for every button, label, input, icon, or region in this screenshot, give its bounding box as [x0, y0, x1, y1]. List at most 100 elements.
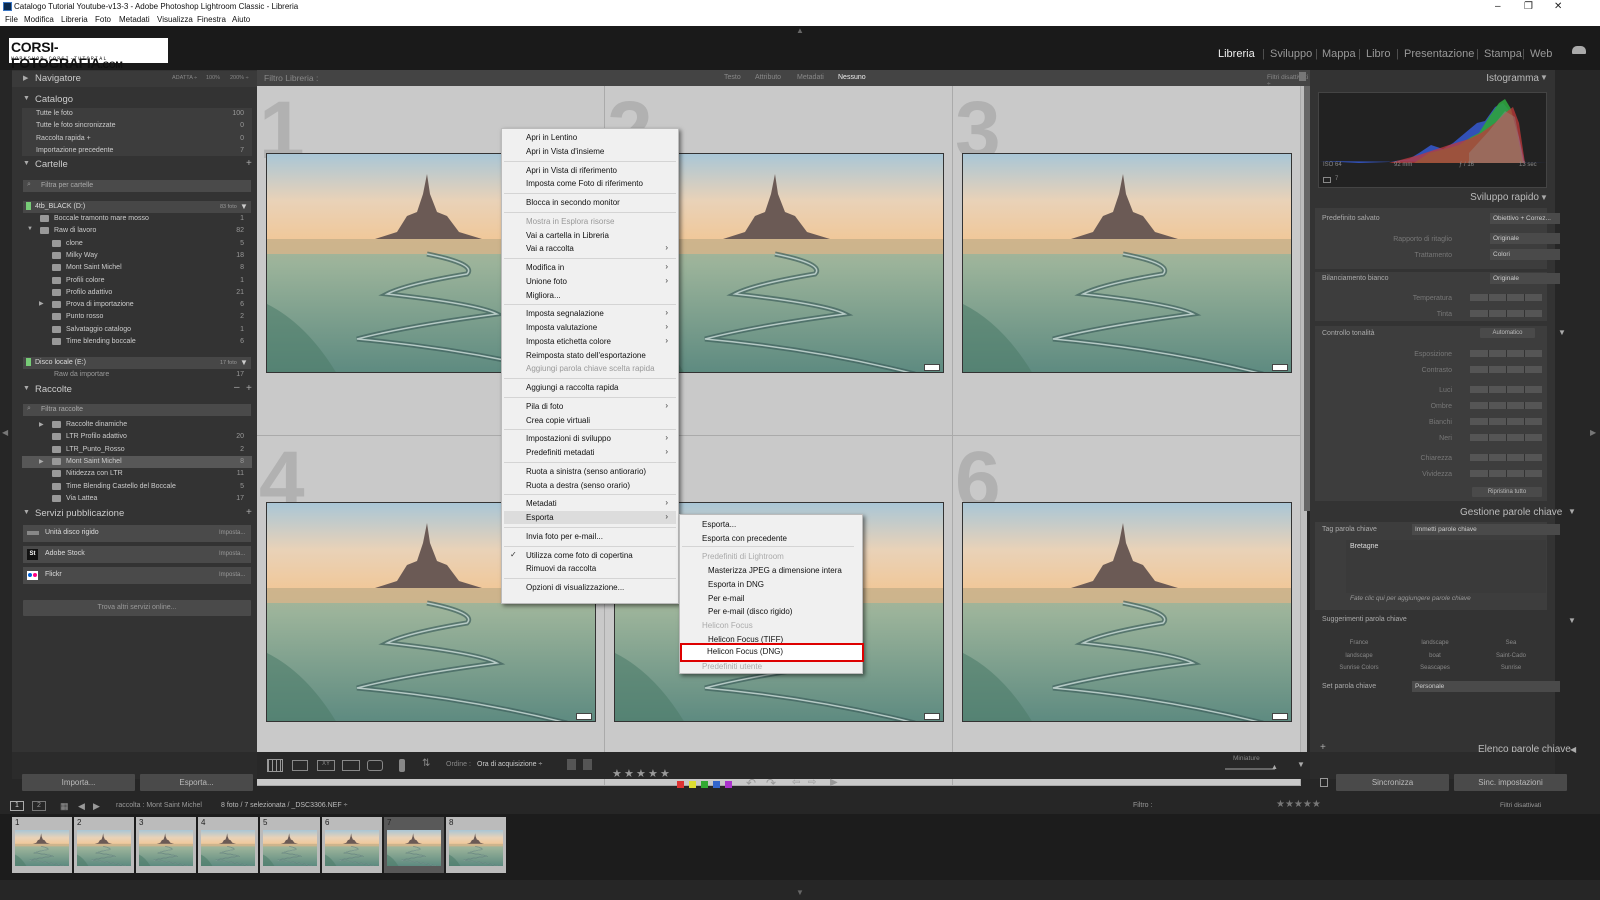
folder-filter-field[interactable]: ⌕ Filtra per cartelle: [23, 180, 251, 192]
menu-finestra[interactable]: Finestra: [197, 15, 226, 24]
menu-item-blocca-in-secondo-monitor[interactable]: Blocca in secondo monitor: [504, 196, 676, 209]
reset-all-button[interactable]: Ripristina tutto: [1472, 487, 1542, 497]
keyword-suggestion[interactable]: Seascapes: [1398, 665, 1472, 671]
sync-toggle-icon[interactable]: [1320, 778, 1328, 787]
maximize-icon[interactable]: ❐: [1524, 1, 1533, 12]
histogram[interactable]: ISO 64 92 mm ƒ / 16 13 sec 7: [1318, 92, 1548, 188]
flag-reject-icon[interactable]: [583, 759, 592, 770]
folder-row[interactable]: Raw di lavoro 82: [22, 225, 252, 237]
menu-libreria[interactable]: Libreria: [61, 15, 88, 24]
submenu-lr-preset[interactable]: Masterizza JPEG a dimensione intera: [682, 564, 860, 577]
filmstrip-thumbnail[interactable]: 6: [322, 817, 382, 873]
folder-row[interactable]: Raw da importare 17: [22, 369, 252, 381]
add-service-icon[interactable]: +: [246, 507, 252, 518]
filmstrip-thumbnail[interactable]: 4: [198, 817, 258, 873]
keyword-suggestion[interactable]: boat: [1398, 653, 1472, 659]
menu-item-pila-di-foto[interactable]: Pila di foto ›: [504, 400, 676, 413]
sync-button[interactable]: Sincronizza: [1336, 774, 1449, 791]
tone-stepper[interactable]: [1470, 434, 1542, 441]
tone-stepper[interactable]: [1470, 454, 1542, 461]
sync-settings-button[interactable]: Sinc. impostazioni: [1454, 774, 1567, 791]
collection-row[interactable]: Nitidezza con LTR 11: [22, 468, 252, 480]
keywording-header[interactable]: Gestione parole chiave: [1460, 507, 1562, 518]
folder-row[interactable]: Salvataggio catalogo 1: [22, 324, 252, 336]
filmstrip-source[interactable]: raccolta : Mont Saint Michel: [116, 802, 202, 809]
tone-stepper[interactable]: [1470, 386, 1542, 393]
filmstrip-count[interactable]: 8 foto / 7 selezionata / _DSC3306.NEF ÷: [221, 802, 347, 809]
keyword-text-area[interactable]: Bretagne Fate clic qui per aggiungere pa…: [1346, 540, 1546, 602]
menu-item-imposta-segnalazione[interactable]: Imposta segnalazione ›: [504, 307, 676, 320]
module-presentazione[interactable]: Presentazione: [1404, 48, 1474, 60]
menu-item-migliora[interactable]: Migliora...: [504, 289, 676, 302]
filmstrip-rating-filter[interactable]: ★★★★★: [1276, 799, 1321, 810]
navigator-header[interactable]: ▶ Navigatore ADATTA ÷ 100% 200% ÷: [12, 71, 257, 87]
menu-item-apri-in-vista-d-insieme[interactable]: Apri in Vista d'insieme: [504, 145, 676, 158]
filmstrip-thumbnail[interactable]: 3: [136, 817, 196, 873]
filmstrip-thumbnail[interactable]: 7: [384, 817, 444, 873]
collection-filter-field[interactable]: ⌕ Filtra raccolte: [23, 404, 251, 416]
close-icon[interactable]: ✕: [1554, 1, 1562, 12]
submenu-lr-preset[interactable]: Per e-mail: [682, 592, 860, 605]
menu-item-utilizza-come-foto-di-copertina[interactable]: Utilizza come foto di copertina ✓: [504, 549, 676, 562]
grid-shortcut-icon[interactable]: ▦: [60, 801, 69, 812]
add-collection-icon[interactable]: +: [246, 383, 252, 394]
keyword-suggestion[interactable]: landscape: [1398, 640, 1472, 646]
saved-preset-dropdown[interactable]: Obiettivo + Correz...: [1490, 213, 1560, 224]
next-photo-icon[interactable]: ⇨: [808, 777, 816, 788]
rating-star-4[interactable]: ★: [648, 767, 658, 780]
keyword-suggestion[interactable]: Sunrise: [1474, 665, 1548, 671]
menu-aiuto[interactable]: Aiuto: [232, 15, 250, 24]
filter-tab-nessuno[interactable]: Nessuno: [838, 74, 866, 81]
folders-header[interactable]: ▼ Cartelle +: [12, 157, 257, 173]
white-balance-dropdown[interactable]: Originale: [1490, 273, 1560, 284]
menu-visualizza[interactable]: Visualizza: [157, 15, 193, 24]
module-libreria[interactable]: Libreria: [1218, 48, 1255, 60]
forward-icon[interactable]: ▶: [93, 801, 100, 812]
submenu-helicon-dng[interactable]: Helicon Focus (DNG): [680, 643, 864, 662]
folder-row[interactable]: Prova di importazione 6: [22, 299, 252, 311]
monitor-1-button[interactable]: 1: [10, 801, 24, 811]
drive-e[interactable]: Disco locale (E:) 17 foto ▼: [23, 357, 251, 369]
grid-cell[interactable]: 6: [953, 435, 1301, 786]
folder-row[interactable]: Profilo adattivo 21: [22, 287, 252, 299]
menu-item-ruota-a-sinistra-senso-antiorario[interactable]: Ruota a sinistra (senso antiorario): [504, 465, 676, 478]
people-view-icon[interactable]: [367, 760, 383, 771]
keyword-suggestion[interactable]: Saint-Cado: [1474, 653, 1548, 659]
quick-develop-header[interactable]: Sviluppo rapido: [1470, 192, 1539, 203]
sort-order-dropdown[interactable]: Ora di acquisizione ÷: [477, 761, 542, 768]
expand-icon[interactable]: ▼: [27, 226, 33, 232]
collection-row[interactable]: Mont Saint Michel 8: [22, 455, 252, 468]
module-libro[interactable]: Libro: [1366, 48, 1390, 60]
collection-row[interactable]: Time Blending Castello del Boccale 5: [22, 481, 252, 493]
publish-services-header[interactable]: ▼ Servizi pubblicazione +: [12, 506, 257, 522]
slideshow-play-icon[interactable]: ▶: [830, 777, 838, 788]
tone-stepper[interactable]: [1470, 402, 1542, 409]
catalog-item[interactable]: Raccolta rapida +0: [22, 133, 252, 145]
rating-star-2[interactable]: ★: [624, 767, 634, 780]
folder-row[interactable]: clone 5: [22, 238, 252, 250]
expand-icon[interactable]: ▶: [39, 421, 44, 428]
submenu-esporta[interactable]: Esporta...: [682, 518, 860, 531]
back-icon[interactable]: ◀: [78, 801, 85, 812]
filmstrip-thumbnail[interactable]: 5: [260, 817, 320, 873]
right-panel-toggle-icon[interactable]: ▶: [1590, 428, 1596, 437]
expand-icon[interactable]: ▶: [39, 458, 44, 465]
menu-item-reimposta-stato-dell-esportazione[interactable]: Reimposta stato dell'esportazione: [504, 349, 676, 362]
module-stampa[interactable]: Stampa: [1484, 48, 1522, 60]
spray-can-icon[interactable]: [399, 759, 405, 772]
menu-item-imposta-valutazione[interactable]: Imposta valutazione ›: [504, 321, 676, 334]
publish-flickr[interactable]: Flickr Imposta...: [23, 567, 251, 584]
auto-tone-button[interactable]: Automatico: [1480, 328, 1535, 338]
tint-stepper[interactable]: [1470, 310, 1542, 317]
menu-item-opzioni-di-visualizzazione[interactable]: Opzioni di visualizzazione...: [504, 581, 676, 594]
filmstrip-thumbnail[interactable]: 8: [446, 817, 506, 873]
menu-item-crea-copie-virtuali[interactable]: Crea copie virtuali: [504, 414, 676, 427]
histogram-header[interactable]: Istogramma: [1486, 73, 1539, 84]
collapse-top-icon[interactable]: ▲: [796, 26, 804, 35]
menu-item-invia-foto-per-e-mail[interactable]: Invia foto per e-mail...: [504, 530, 676, 543]
menu-item-rimuovi-da-raccolta[interactable]: Rimuovi da raccolta: [504, 562, 676, 575]
photo-thumbnail[interactable]: [962, 153, 1292, 373]
menu-metadati[interactable]: Metadati: [119, 15, 150, 24]
remove-collection-icon[interactable]: –: [234, 382, 240, 393]
menu-modifica[interactable]: Modifica: [24, 15, 54, 24]
